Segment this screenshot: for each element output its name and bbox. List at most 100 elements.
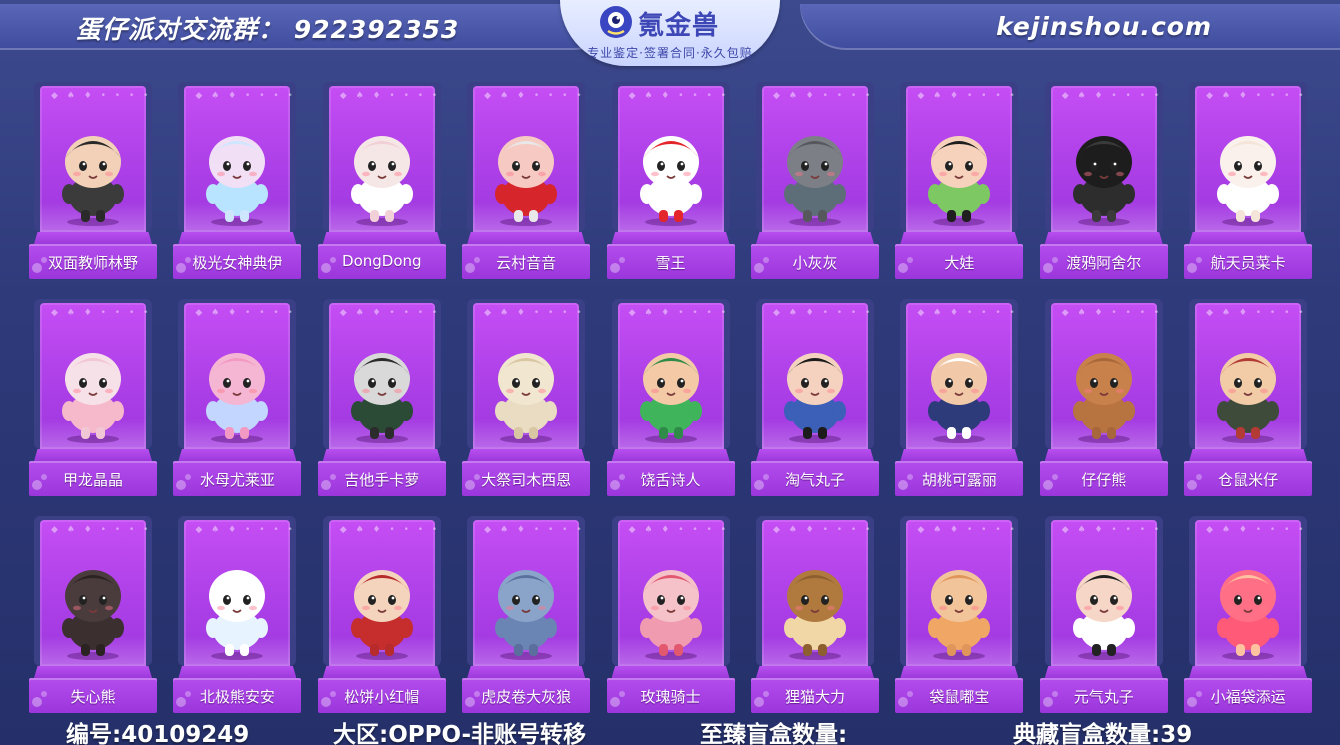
skin-card[interactable]: ◆ ♠ ♦ • • • • 玫瑰骑士 — [606, 516, 735, 713]
card-pedestal-top — [900, 449, 1019, 461]
skin-name: 雪王 — [655, 254, 686, 272]
monster-logo-icon — [600, 6, 632, 38]
skin-card[interactable]: ◆ ♠ ♦ • • • • 云村音音 — [462, 82, 591, 279]
character-figure — [62, 570, 124, 660]
skin-card[interactable]: ◆ ♠ ♦ • • • • 北极熊安安 — [173, 516, 302, 713]
skin-card[interactable]: ◆ ♠ ♦ • • • • 渡鸦阿舍尔 — [1039, 82, 1168, 279]
skin-name: DongDong — [342, 252, 422, 270]
skin-card[interactable]: ◆ ♠ ♦ • • • • 失心熊 — [29, 516, 157, 713]
skin-card[interactable]: ◆ ♠ ♦ • • • • 狸猫大力 — [750, 516, 879, 713]
card-pedestal-top — [1189, 666, 1308, 678]
skin-card[interactable]: ◆ ♠ ♦ • • • • 极光女神典伊 — [173, 82, 302, 279]
card-pedestal-top — [467, 232, 586, 244]
card-decoration: ◆ ♠ ♦ • • • • — [772, 91, 874, 101]
skin-name: 饶舌诗人 — [640, 471, 701, 489]
card-pedestal-top — [755, 666, 874, 678]
card-pedestal-top — [34, 232, 152, 244]
card-decoration: ◆ ♠ ♦ • • • • — [628, 525, 730, 535]
skin-card[interactable]: ◆ ♠ ♦ • • • • 仔仔熊 — [1039, 299, 1168, 496]
character-figure — [928, 136, 991, 226]
skin-card[interactable]: ◆ ♠ ♦ • • • • 虎皮卷大灰狼 — [462, 516, 591, 713]
card-decoration: ◆ ♠ ♦ • • • • — [1206, 308, 1307, 318]
skin-name: 仓鼠米仔 — [1218, 471, 1279, 489]
skin-name: 大娃 — [944, 254, 975, 272]
skin-name: 胡桃可露丽 — [921, 471, 997, 489]
skin-name: 松饼小红帽 — [344, 688, 420, 706]
card-decoration: ◆ ♠ ♦ • • • • — [628, 308, 730, 318]
card-pedestal-top — [755, 232, 874, 244]
card-decoration: ◆ ♠ ♦ • • • • — [1206, 91, 1307, 101]
character-figure — [928, 353, 991, 443]
character-figure — [350, 136, 413, 226]
skin-card[interactable]: ◆ ♠ ♦ • • • • 雪王 — [606, 82, 735, 279]
zhizhen-count-text: 至臻盲盒数量: — [700, 722, 848, 745]
character-figure — [350, 570, 413, 660]
skin-name: 极光女神典伊 — [192, 254, 283, 272]
header-bar: 蛋仔派对交流群： 922392353 kejinshou.com 氪金兽 专业鉴… — [0, 0, 1340, 66]
skin-card[interactable]: ◆ ♠ ♦ • • • • 水母尤莱亚 — [173, 299, 302, 496]
card-pedestal-top — [755, 449, 874, 461]
skin-name: 淘气丸子 — [784, 471, 845, 489]
card-decoration: ◆ ♠ ♦ • • • • — [339, 308, 441, 318]
card-pedestal-top — [611, 449, 730, 461]
card-decoration: ◆ ♠ ♦ • • • • — [772, 308, 874, 318]
skin-card[interactable]: ◆ ♠ ♦ • • • • 大娃 — [895, 82, 1024, 279]
card-pedestal-top — [611, 666, 730, 678]
skin-card[interactable]: ◆ ♠ ♦ • • • • DongDong — [317, 82, 446, 279]
skin-card[interactable]: ◆ ♠ ♦ • • • • 吉他手卡萝 — [317, 299, 446, 496]
card-pedestal-top — [322, 666, 441, 678]
card-pedestal-top — [34, 449, 152, 461]
card-pedestal-top — [611, 232, 730, 244]
character-figure — [62, 136, 124, 226]
card-pedestal-top — [322, 232, 441, 244]
blind-box-grid: ◆ ♠ ♦ • • • • 双面教师林野 ◆ ♠ ♦ • • • • 极光女神典… — [29, 82, 1319, 713]
character-figure — [783, 570, 846, 660]
skin-card[interactable]: ◆ ♠ ♦ • • • • 淘气丸子 — [750, 299, 879, 496]
card-decoration: ◆ ♠ ♦ • • • • — [1061, 308, 1163, 318]
card-pedestal-top — [900, 666, 1019, 678]
skin-card[interactable]: ◆ ♠ ♦ • • • • 仓鼠米仔 — [1184, 299, 1313, 496]
card-decoration: ◆ ♠ ♦ • • • • — [195, 308, 296, 318]
card-decoration: ◆ ♠ ♦ • • • • — [51, 308, 152, 318]
skin-card[interactable]: ◆ ♠ ♦ • • • • 航天员菜卡 — [1184, 82, 1313, 279]
skin-card[interactable]: ◆ ♠ ♦ • • • • 袋鼠嘟宝 — [895, 516, 1024, 713]
skin-card[interactable]: ◆ ♠ ♦ • • • • 元气丸子 — [1039, 516, 1168, 713]
card-decoration: ◆ ♠ ♦ • • • • — [195, 525, 296, 535]
skin-name: 水母尤莱亚 — [199, 471, 275, 489]
card-decoration: ◆ ♠ ♦ • • • • — [772, 525, 874, 535]
card-decoration: ◆ ♠ ♦ • • • • — [339, 91, 441, 101]
character-figure — [206, 136, 269, 226]
card-decoration: ◆ ♠ ♦ • • • • — [917, 91, 1018, 101]
skin-card[interactable]: ◆ ♠ ♦ • • • • 甲龙晶晶 — [29, 299, 157, 496]
skin-name: 航天员菜卡 — [1210, 254, 1286, 272]
character-figure — [1217, 353, 1280, 443]
card-decoration: ◆ ♠ ♦ • • • • — [51, 91, 152, 101]
skin-name: 仔仔熊 — [1081, 471, 1127, 489]
skin-card[interactable]: ◆ ♠ ♦ • • • • 饶舌诗人 — [606, 299, 735, 496]
card-decoration: ◆ ♠ ♦ • • • • — [1061, 91, 1163, 101]
character-figure — [1217, 570, 1280, 660]
card-pedestal-top — [1189, 449, 1308, 461]
skin-name: 双面教师林野 — [47, 254, 138, 272]
site-url-text: kejinshou.com — [996, 12, 1212, 41]
card-pedestal-top — [1044, 232, 1163, 244]
character-figure — [495, 570, 558, 660]
card-pedestal-top — [1044, 666, 1163, 678]
skin-name: 小灰灰 — [792, 254, 838, 272]
skin-card[interactable]: ◆ ♠ ♦ • • • • 双面教师林野 — [29, 82, 157, 279]
skin-card[interactable]: ◆ ♠ ♦ • • • • 大祭司木西恩 — [462, 299, 591, 496]
character-figure — [639, 570, 702, 660]
skin-card[interactable]: ◆ ♠ ♦ • • • • 小灰灰 — [750, 82, 879, 279]
skin-card[interactable]: ◆ ♠ ♦ • • • • 小福袋添运 — [1184, 516, 1313, 713]
character-figure — [62, 353, 124, 443]
card-decoration: ◆ ♠ ♦ • • • • — [917, 525, 1018, 535]
skin-card[interactable]: ◆ ♠ ♦ • • • • 胡桃可露丽 — [895, 299, 1024, 496]
skin-name: 玫瑰骑士 — [640, 688, 701, 706]
character-figure — [783, 353, 846, 443]
skin-name: 小福袋添运 — [1210, 688, 1286, 706]
card-pedestal-top — [322, 449, 441, 461]
character-figure — [783, 136, 846, 226]
card-decoration: ◆ ♠ ♦ • • • • — [339, 525, 441, 535]
skin-card[interactable]: ◆ ♠ ♦ • • • • 松饼小红帽 — [317, 516, 446, 713]
skin-name: 渡鸦阿舍尔 — [1066, 254, 1142, 272]
